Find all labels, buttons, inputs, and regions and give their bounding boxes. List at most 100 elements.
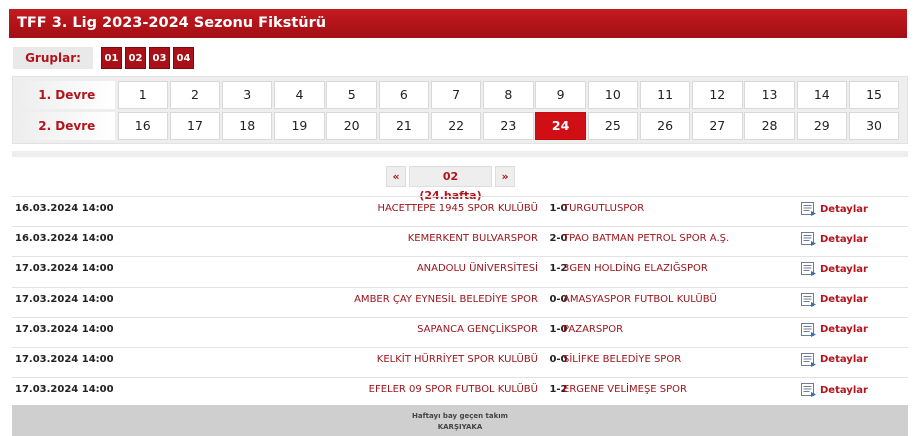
week-20-button[interactable]: 20 <box>326 112 377 140</box>
divider <box>12 151 908 157</box>
week-30-button[interactable]: 30 <box>848 112 900 140</box>
group-button-02[interactable]: 02 <box>125 47 146 69</box>
week-4-button[interactable]: 4 <box>274 81 325 109</box>
groups-bar: Gruplar: 01 02 03 04 <box>13 47 194 69</box>
home-team-link[interactable]: SAPANCA GENÇLİKSPOR <box>417 318 538 341</box>
match-date: 16.03.2024 14:00 <box>15 233 114 245</box>
details-icon <box>801 322 816 337</box>
week-12-button[interactable]: 12 <box>692 81 743 109</box>
details-link[interactable]: Detaylar <box>801 261 868 277</box>
match-date: 16.03.2024 14:00 <box>15 203 114 214</box>
match-row: 17.03.2024 14:00 ANADOLU ÜNİVERSİTESİ 1-2 3… <box>12 256 908 286</box>
details-link[interactable]: Detaylar <box>801 201 868 217</box>
week-row-second-half: 2. Devre 16 17 18 19 20 21 22 23 24 25 26 27 28 29 30 <box>19 112 901 141</box>
week-25-button[interactable]: 25 <box>587 112 639 140</box>
bye-label: Haftayı bay geçen takım <box>412 412 508 420</box>
details-icon <box>801 202 816 216</box>
details-icon <box>801 262 816 277</box>
details-icon <box>801 232 816 247</box>
week-14-button[interactable]: 14 <box>796 81 847 109</box>
match-row: 17.03.2024 14:00 AMBER ÇAY EYNESİL BELEDİ… <box>12 286 908 317</box>
prev-week-button[interactable]: « <box>386 166 406 187</box>
week-9-button[interactable]: 9 <box>535 81 586 109</box>
away-team-link[interactable]: TURGUTLUSPOR <box>563 197 644 220</box>
details-label: Detaylar <box>820 203 868 215</box>
home-team-link[interactable]: KEMERKENT BULVARSPOR <box>408 227 538 250</box>
details-label: Detaylar <box>820 324 868 336</box>
week-19-button[interactable]: 19 <box>274 112 325 140</box>
week-6-button[interactable]: 6 <box>378 81 430 109</box>
away-team-link[interactable]: AMASYASPOR FUTBOL KULÜBÜ <box>563 288 717 311</box>
away-team-link[interactable]: SİLİFKE BELEDİYE SPOR <box>563 348 681 371</box>
group-button-03[interactable]: 03 <box>149 47 170 69</box>
week-22-button[interactable]: 22 <box>430 112 482 140</box>
week-29-button[interactable]: 29 <box>796 112 847 140</box>
details-icon <box>801 352 816 367</box>
match-row: 17.03.2024 14:00 KELKİT HÜRRİYET SPOR KUL… <box>12 346 908 377</box>
week-2-button[interactable]: 2 <box>169 81 221 109</box>
details-label: Detaylar <box>820 354 868 366</box>
groups-label: Gruplar: <box>13 47 93 69</box>
match-row: 16.03.2024 14:00 HACETTEPE 1945 SPOR KULÜ… <box>12 196 908 226</box>
details-link[interactable]: Detaylar <box>801 292 868 308</box>
match-date: 17.03.2024 14:00 <box>15 263 114 275</box>
week-8-button[interactable]: 8 <box>483 81 534 109</box>
details-label: Detaylar <box>820 233 868 245</box>
week-5-button[interactable]: 5 <box>326 81 377 109</box>
match-date: 17.03.2024 14:00 <box>15 293 114 305</box>
week-17-button[interactable]: 17 <box>169 112 221 140</box>
match-date: 17.03.2024 14:00 <box>15 353 114 365</box>
match-date: 17.03.2024 14:00 <box>15 384 114 396</box>
week-row-first-half: 1. Devre 1 2 3 4 5 6 7 8 9 10 11 12 13 14 15 <box>19 81 901 110</box>
away-team-link[interactable]: ERGENE VELİMEŞE SPOR <box>563 378 687 401</box>
details-link[interactable]: Detaylar <box>801 231 868 247</box>
second-half-label: 2. Devre <box>19 112 115 140</box>
details-icon <box>801 383 816 398</box>
week-10-button[interactable]: 10 <box>587 81 639 109</box>
week-15-button[interactable]: 15 <box>848 81 900 109</box>
details-label: Detaylar <box>820 294 868 306</box>
first-half-label: 1. Devre <box>19 81 115 109</box>
match-row: 16.03.2024 14:00 KEMERKENT BULVARSPOR 2-0 T… <box>12 226 908 256</box>
group-button-01[interactable]: 01 <box>101 47 122 69</box>
details-label: Detaylar <box>820 263 868 275</box>
group-button-04[interactable]: 04 <box>173 47 194 69</box>
week-18-button[interactable]: 18 <box>221 112 273 140</box>
current-week-label: 02 (24.hafta) <box>409 166 492 202</box>
details-link[interactable]: Detaylar <box>801 382 868 398</box>
home-team-link[interactable]: ANADOLU ÜNİVERSİTESİ <box>417 257 538 280</box>
details-icon <box>801 292 816 307</box>
week-1-button[interactable]: 1 <box>117 81 168 109</box>
bye-team-box: Haftayı bay geçen takım KARŞIYAKA <box>12 405 908 436</box>
away-team-link[interactable]: TPAO BATMAN PETROL SPOR A.Ş. <box>563 227 729 250</box>
week-selector: 1. Devre 1 2 3 4 5 6 7 8 9 10 11 12 13 14 15 2. Devre … <box>12 76 908 144</box>
week-7-button[interactable]: 7 <box>430 81 482 109</box>
bye-team: KARŞIYAKA <box>437 423 483 431</box>
week-21-button[interactable]: 21 <box>378 112 430 140</box>
home-team-link[interactable]: EFELER 09 SPOR FUTBOL KULÜBÜ <box>369 378 538 401</box>
match-list: 16.03.2024 14:00 HACETTEPE 1945 SPOR KULÜ… <box>12 196 908 408</box>
next-week-button[interactable]: » <box>495 166 515 187</box>
match-row: 17.03.2024 14:00 EFELER 09 SPOR FUTBOL KU… <box>12 377 908 408</box>
details-link[interactable]: Detaylar <box>801 322 868 338</box>
week-3-button[interactable]: 3 <box>221 81 273 109</box>
week-27-button[interactable]: 27 <box>692 112 743 140</box>
home-team-link[interactable]: KELKİT HÜRRİYET SPOR KULÜBÜ <box>377 348 538 371</box>
week-16-button[interactable]: 16 <box>117 112 168 140</box>
week-28-button[interactable]: 28 <box>744 112 795 140</box>
week-13-button[interactable]: 13 <box>744 81 795 109</box>
away-team-link[interactable]: 3GEN HOLDİNG ELAZIĞSPOR <box>563 257 708 280</box>
week-11-button[interactable]: 11 <box>639 81 691 109</box>
home-team-link[interactable]: AMBER ÇAY EYNESİL BELEDİYE SPOR <box>354 288 538 311</box>
home-team-link[interactable]: HACETTEPE 1945 SPOR KULÜBÜ <box>377 197 538 220</box>
match-date: 17.03.2024 14:00 <box>15 323 114 335</box>
details-link[interactable]: Detaylar <box>801 352 868 368</box>
week-24-button[interactable]: 24 <box>535 112 586 140</box>
details-label: Detaylar <box>820 384 868 396</box>
week-26-button[interactable]: 26 <box>639 112 691 140</box>
page-header: TFF 3. Lig 2023-2024 Sezonu Fikstürü <box>9 9 907 38</box>
week-23-button[interactable]: 23 <box>483 112 534 140</box>
page-title: TFF 3. Lig 2023-2024 Sezonu Fikstürü <box>17 15 327 31</box>
away-team-link[interactable]: PAZARSPOR <box>563 318 623 341</box>
week-pager: « 02 (24.hafta) » <box>386 166 515 202</box>
